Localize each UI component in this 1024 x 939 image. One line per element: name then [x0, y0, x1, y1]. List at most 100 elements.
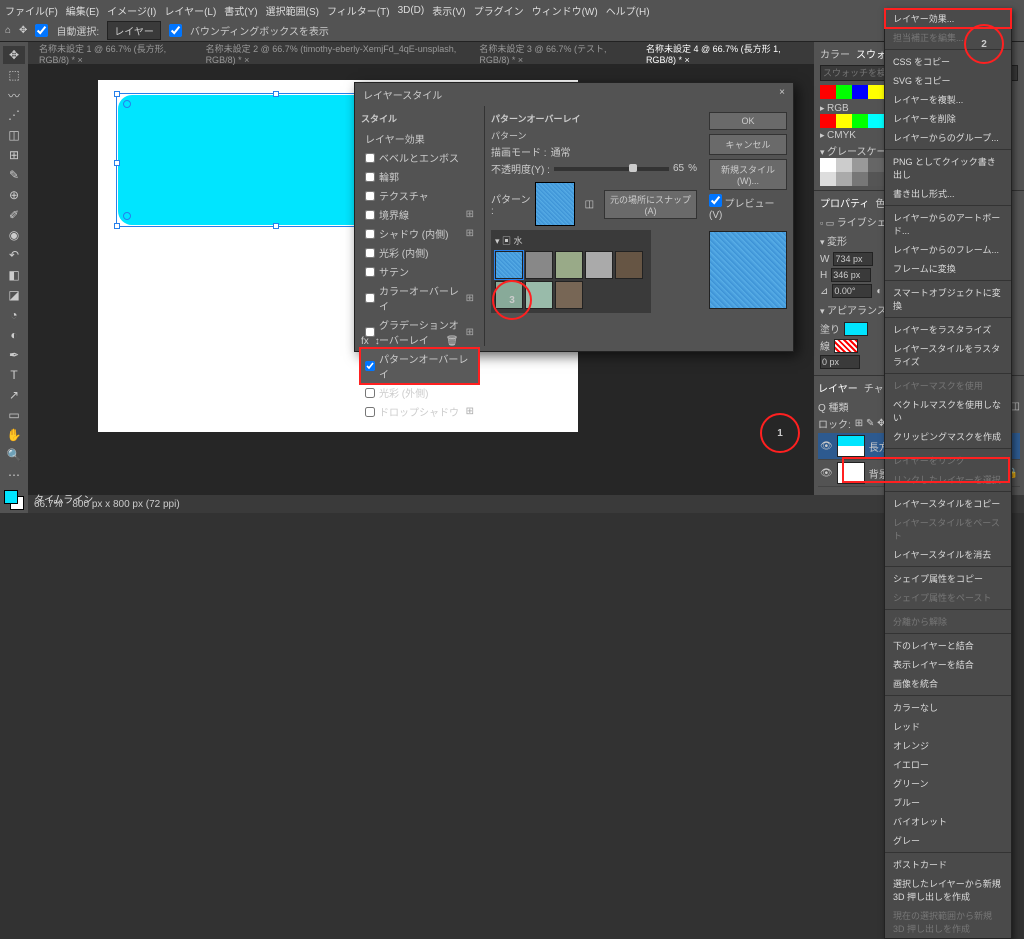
menu-item[interactable]: イメージ(I): [107, 3, 156, 18]
bbox-check[interactable]: [169, 24, 182, 37]
menu-item[interactable]: ヘルプ(H): [606, 3, 650, 18]
blur-tool[interactable]: ◔: [3, 306, 25, 324]
document-tabs[interactable]: 名称未設定 1 @ 66.7% (長方形, RGB/8) * ×名称未設定 2 …: [28, 42, 814, 64]
corner-anchor[interactable]: [123, 212, 131, 220]
stroke-color[interactable]: [834, 339, 858, 353]
menu-item[interactable]: 3D(D): [398, 5, 425, 16]
close-icon[interactable]: ×: [779, 87, 785, 102]
menu-item[interactable]: ファイル(F): [5, 3, 58, 18]
style-item[interactable]: テクスチャ: [361, 186, 478, 205]
menu-item[interactable]: 書式(Y): [224, 3, 257, 18]
menu-item[interactable]: レイヤースタイルをラスタライズ: [885, 339, 1011, 371]
stroke-width[interactable]: [820, 355, 860, 369]
style-item[interactable]: カラーオーバーレイ⊞: [361, 281, 478, 315]
lasso-tool[interactable]: 〰: [3, 86, 25, 104]
history-tool[interactable]: ↶: [3, 246, 25, 264]
more-tool[interactable]: ⋯: [3, 466, 25, 484]
menu-item[interactable]: グレー: [885, 831, 1011, 850]
menu-item[interactable]: レイヤーを削除: [885, 109, 1011, 128]
menu-bar[interactable]: ファイル(F)編集(E)イメージ(I)レイヤー(L)書式(Y)選択範囲(S)フィ…: [0, 0, 1024, 20]
swatch[interactable]: [852, 85, 868, 99]
eraser-tool[interactable]: ◧: [3, 266, 25, 284]
heal-tool[interactable]: ⊕: [3, 186, 25, 204]
timeline-tab[interactable]: タイムライン: [28, 489, 99, 508]
document-tab[interactable]: 名称未設定 2 @ 66.7% (timothy-eberly-XemjFd_4…: [200, 40, 470, 67]
menu-item[interactable]: イエロー: [885, 755, 1011, 774]
menu-item[interactable]: レッド: [885, 717, 1011, 736]
hand-tool[interactable]: ✋: [3, 426, 25, 444]
style-item[interactable]: ドロップシャドウ⊞: [361, 402, 478, 421]
menu-item[interactable]: レイヤーをラスタライズ: [885, 320, 1011, 339]
color-swatches[interactable]: [4, 490, 24, 510]
tab[interactable]: プロパティ: [820, 195, 869, 210]
handle[interactable]: [114, 160, 120, 166]
handle[interactable]: [273, 91, 279, 97]
style-item[interactable]: ベベルとエンボス: [361, 148, 478, 167]
preview-check[interactable]: [709, 194, 722, 207]
menu-item[interactable]: オレンジ: [885, 736, 1011, 755]
fx-icon[interactable]: fx: [361, 336, 369, 347]
section[interactable]: 変形: [827, 237, 847, 248]
frame-tool[interactable]: ⊞: [3, 146, 25, 164]
pattern-item[interactable]: [555, 251, 583, 279]
snap-button[interactable]: 元の場所にスナップ(A): [604, 190, 697, 219]
gradient-tool[interactable]: ◪: [3, 286, 25, 304]
menu-item[interactable]: ブルー: [885, 793, 1011, 812]
menu-item[interactable]: 下のレイヤーと結合: [885, 636, 1011, 655]
type-tool[interactable]: T: [3, 366, 25, 384]
swatch[interactable]: [868, 85, 884, 99]
menu-item[interactable]: レイヤー(L): [164, 3, 216, 18]
document-tab[interactable]: 名称未設定 4 @ 66.7% (長方形 1, RGB/8) * ×: [640, 40, 809, 67]
eyedrop-tool[interactable]: ✎: [3, 166, 25, 184]
wand-tool[interactable]: ⋰: [3, 106, 25, 124]
height-input[interactable]: [831, 268, 871, 282]
swatch[interactable]: [820, 85, 836, 99]
pattern-item[interactable]: [555, 281, 583, 309]
section[interactable]: アピアランス: [827, 306, 887, 317]
home-icon[interactable]: ⌂: [5, 25, 11, 36]
menu-item[interactable]: 書き出し形式...: [885, 184, 1011, 203]
menu-item[interactable]: シェイプ属性をコピー: [885, 569, 1011, 588]
marquee-tool[interactable]: ⬚: [3, 66, 25, 84]
menu-item[interactable]: クリッピングマスクを作成: [885, 427, 1011, 446]
style-item[interactable]: レイヤー効果: [361, 129, 478, 148]
layer-dropdown[interactable]: レイヤー: [107, 21, 161, 40]
style-item[interactable]: 輪郭: [361, 167, 478, 186]
menu-item[interactable]: SVG をコピー: [885, 71, 1011, 90]
style-item[interactable]: パターンオーバーレイ: [361, 349, 478, 383]
ok-button[interactable]: OK: [709, 112, 787, 130]
pattern-item[interactable]: [525, 251, 553, 279]
menu-item[interactable]: レイヤーを複製...: [885, 90, 1011, 109]
menu-item[interactable]: 編集(E): [66, 3, 99, 18]
shape-tool[interactable]: ▭: [3, 406, 25, 424]
menu-item[interactable]: スマートオブジェクトに変換: [885, 283, 1011, 315]
menu-item[interactable]: カラーなし: [885, 698, 1011, 717]
menu-item[interactable]: プラグイン: [474, 3, 524, 18]
menu-item[interactable]: ポストカード: [885, 855, 1011, 874]
crop-tool[interactable]: ◫: [3, 126, 25, 144]
width-input[interactable]: [833, 252, 873, 266]
fill-color[interactable]: [844, 322, 868, 336]
style-item[interactable]: サテン: [361, 262, 478, 281]
folder[interactable]: CMYK: [827, 130, 856, 141]
stamp-tool[interactable]: ◉: [3, 226, 25, 244]
kind-filter[interactable]: Q 種類: [818, 399, 849, 414]
handle[interactable]: [114, 223, 120, 229]
pattern-item[interactable]: [615, 251, 643, 279]
trash-icon[interactable]: 🗑: [446, 336, 459, 347]
menu-item[interactable]: グリーン: [885, 774, 1011, 793]
menu-item[interactable]: バイオレット: [885, 812, 1011, 831]
document-tab[interactable]: 名称未設定 3 @ 66.7% (テスト, RGB/8) * ×: [473, 40, 636, 67]
handle[interactable]: [114, 91, 120, 97]
swatch[interactable]: [836, 85, 852, 99]
style-item[interactable]: 光彩 (外側): [361, 383, 478, 402]
style-item[interactable]: 境界線⊞: [361, 205, 478, 224]
blend-mode-select[interactable]: 通常: [551, 144, 697, 159]
menu-item[interactable]: ベクトルマスクを使用しない: [885, 395, 1011, 427]
menu-item[interactable]: レイヤーからのフレーム...: [885, 240, 1011, 259]
menu-item[interactable]: レイヤースタイルをコピー: [885, 494, 1011, 513]
menu-item[interactable]: 画像を統合: [885, 674, 1011, 693]
menu-item[interactable]: フィルター(T): [327, 3, 390, 18]
document-tab[interactable]: 名称未設定 1 @ 66.7% (長方形, RGB/8) * ×: [33, 40, 196, 67]
pattern-item[interactable]: [495, 251, 523, 279]
